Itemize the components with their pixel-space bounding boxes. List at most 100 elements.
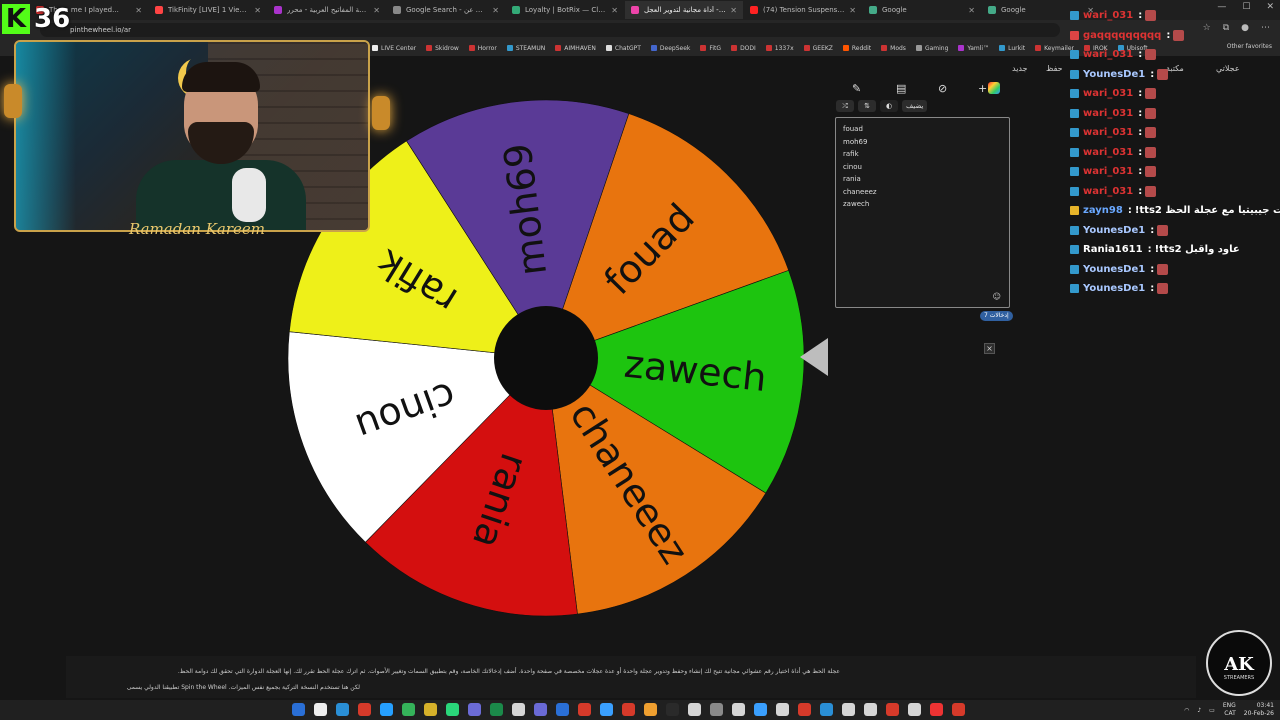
volume-icon[interactable]: ♪ [1197,707,1201,714]
browser-tab[interactable]: TikFinity [LIVE] 1 Viewers] ✕ [149,1,267,19]
chat-emote-icon [1145,127,1157,139]
sort-button[interactable]: ⇅ [858,100,876,112]
wheel-hub[interactable] [494,306,598,410]
chat-badge-icon [1070,264,1079,274]
taskbar-app-icon[interactable] [424,703,437,716]
add-icon[interactable]: + [978,82,987,95]
tab-close-icon[interactable]: ✕ [611,6,618,15]
taskbar-app-icon[interactable] [534,703,547,716]
wifi-icon[interactable]: ◠ [1184,707,1189,714]
taskbar-app-icon[interactable] [732,703,745,716]
edit-icon[interactable]: ✎ [852,82,861,95]
chat-message: wari_031: [1070,6,1270,26]
tab-close-icon[interactable]: ✕ [849,6,856,15]
chat-emote-icon [1145,146,1157,158]
bookmark-item[interactable]: 1337x [765,45,794,52]
tab-close-icon[interactable]: ✕ [492,6,499,15]
taskbar-app-icon[interactable] [600,703,613,716]
taskbar-app-icon[interactable] [622,703,635,716]
bookmark-item[interactable]: ChatGPT [605,45,641,52]
chat-message: wari_031: [1070,143,1270,163]
bookmark-item[interactable]: DODI [731,45,756,52]
language-indicator[interactable]: ENG CAT [1223,702,1236,718]
taskbar-app-icon[interactable] [512,703,525,716]
taskbar-app-icon[interactable] [952,703,965,716]
taskbar-app-icon[interactable] [776,703,789,716]
new-link[interactable]: جديد [1012,64,1028,73]
clock[interactable]: 03:41 20-Feb-26 [1244,702,1274,718]
bookmark-item[interactable]: DeepSeek [650,45,690,52]
entries-textarea[interactable]: fouad moh69 rafik cinou rania chaneeez zawech ☺ [835,117,1010,308]
browser-tab[interactable]: عجلة الحظ - أداة مجانية لتدوير العجل ✕ [625,1,743,19]
tab-close-icon[interactable]: ✕ [968,6,975,15]
taskbar-app-icon[interactable] [798,703,811,716]
taskbar-app-icon[interactable] [644,703,657,716]
webcam-overlay [14,40,370,232]
taskbar-app-icon[interactable] [930,703,943,716]
taskbar-app-icon[interactable] [556,703,569,716]
language-code: ENG [1222,702,1236,709]
bookmark-item[interactable]: LIVE Center [372,45,416,52]
hide-icon[interactable]: ⊘ [938,82,947,95]
bookmark-item[interactable]: STEAMUN [506,45,545,52]
bookmark-item[interactable]: AIMHAVEN [555,45,596,52]
chat-separator: : [1127,205,1132,217]
chat-separator: : [1138,127,1143,139]
chat-emote-icon [1145,88,1157,100]
bookmark-item[interactable]: Yamli™ [958,45,989,52]
tab-close-icon[interactable]: ✕ [254,6,261,15]
shuffle-button[interactable]: ⤮ [836,100,854,112]
taskbar-app-icon[interactable] [468,703,481,716]
taskbar-app-icon[interactable] [358,703,371,716]
tab-close-icon[interactable]: ✕ [730,6,737,15]
taskbar-app-icon[interactable] [446,703,459,716]
taskbar-app-icon[interactable] [688,703,701,716]
taskbar-app-icon[interactable] [336,703,349,716]
bookmark-item[interactable]: Gaming [915,44,949,52]
taskbar-app-icon[interactable] [490,703,503,716]
image-toggle-button[interactable]: ◐ [880,100,898,112]
bookmark-item[interactable]: FitG [700,45,721,52]
chat-message: YounesDe1: [1070,279,1270,299]
tab-label: (74) Tension Suspense Cinema [763,6,845,14]
taskbar-app-icon[interactable] [754,703,767,716]
taskbar-app-icon[interactable] [380,703,393,716]
bookmark-label: Gaming [924,44,949,52]
tab-close-icon[interactable]: ✕ [135,6,142,15]
save-link[interactable]: حفظ [1046,64,1063,73]
taskbar-app-icon[interactable] [666,703,679,716]
close-button[interactable]: × [984,343,995,354]
taskbar-app-icon[interactable] [578,703,591,716]
bookmark-item[interactable]: Horror [468,45,497,52]
bookmark-item[interactable]: Reddit [842,45,871,52]
bookmark-item[interactable]: Keymailer [1035,45,1074,52]
browser-tab[interactable]: Loyalty | BotRix — Cloud Streaming ✕ [506,1,624,19]
taskbar-app-icon[interactable] [908,703,921,716]
bookmark-item[interactable]: Skidrow [426,45,459,52]
browser-tab[interactable]: Google ✕ [863,1,981,19]
browser-tab[interactable]: لوحة المفاتيح العربية - محرر Yamli✕ [268,1,386,19]
clipboard-icon[interactable]: ▤ [896,82,906,95]
browser-tab[interactable]: (74) Tension Suspense Cinema ✕ [744,1,862,19]
chat-badge-icon [1070,69,1079,79]
chat-separator: : [1138,88,1143,100]
tab-close-icon[interactable]: ✕ [373,6,380,15]
bookmark-item[interactable]: Lurkit [999,45,1025,52]
taskbar-app-icon[interactable] [842,703,855,716]
taskbar-app-icon[interactable] [820,703,833,716]
theme-icon[interactable] [988,82,1000,94]
taskbar-app-icon[interactable] [292,703,305,716]
taskbar-app-icon[interactable] [710,703,723,716]
url-field[interactable]: pinthewheel.io/ar [40,23,1060,37]
taskbar-app-icon[interactable] [864,703,877,716]
battery-icon[interactable]: ▭ [1209,707,1215,714]
emoji-icon[interactable]: ☺ [993,292,1001,301]
taskbar-app-icon[interactable] [402,703,415,716]
browser-tab[interactable]: Google Search - جملات عن ✕ [387,1,505,19]
bookmark-item[interactable]: Mods [881,45,906,52]
bookmark-item[interactable]: GEEKZ [803,45,833,52]
taskbar-app-icon[interactable] [314,703,327,716]
add-image-button[interactable]: يضيف [902,100,928,112]
taskbar-app-icon[interactable] [886,703,899,716]
cam-light [16,42,76,230]
